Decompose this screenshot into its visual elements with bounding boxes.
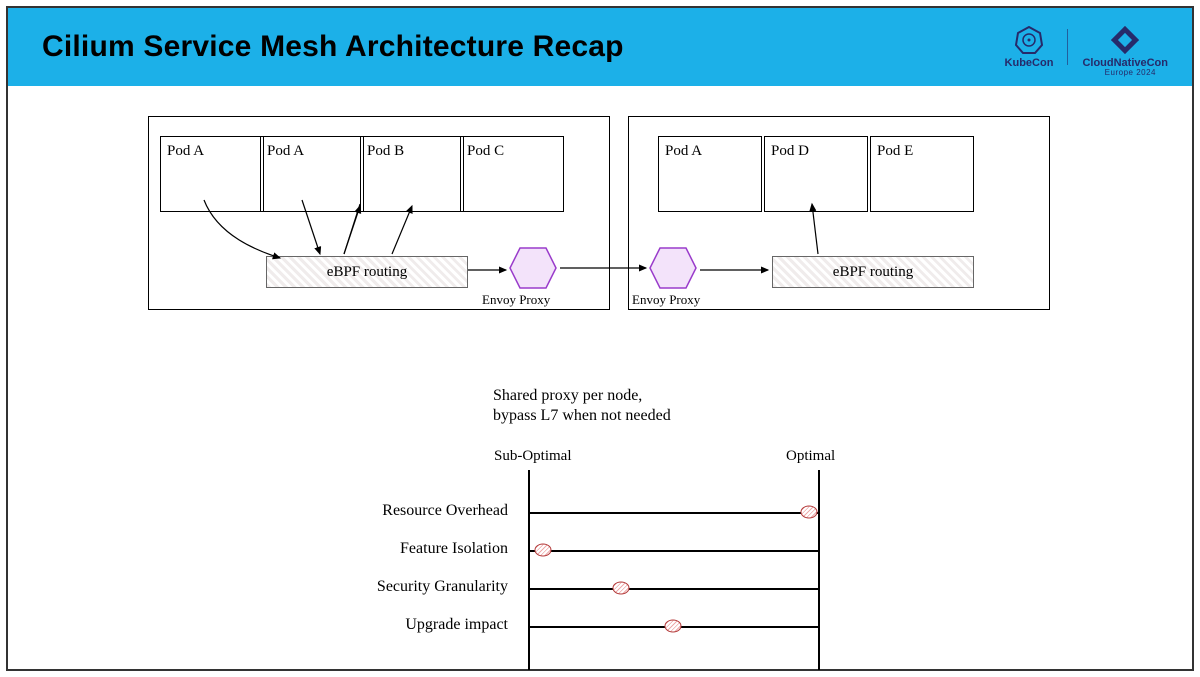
kubecon-label: KubeCon [1005,57,1054,69]
pod-box: Pod E [870,136,974,212]
envoy-label-left: Envoy Proxy [482,292,550,308]
event-subline: Europe 2024 [1105,68,1156,77]
cloudnativecon-icon [1111,26,1139,54]
tradeoff-chart: Shared proxy per node, bypass L7 when no… [338,386,878,676]
metric-dot [665,620,682,633]
pod-box: Pod A [658,136,762,212]
slide-title: Cilium Service Mesh Architecture Recap [42,30,624,64]
axis-low-label: Sub-Optimal [494,448,572,465]
envoy-hex-right [648,246,698,290]
pod-box: Pod A [160,136,264,212]
metric-dot [612,582,629,595]
metric-label: Security Granularity [338,578,508,596]
metric-label: Feature Isolation [338,540,508,558]
title-bar: Cilium Service Mesh Architecture Recap K… [8,8,1192,86]
logo-divider [1067,29,1068,65]
metric-label: Resource Overhead [338,502,508,520]
envoy-label-right: Envoy Proxy [632,292,700,308]
chart-caption: Shared proxy per node, bypass L7 when no… [493,386,671,426]
pod-box: Pod D [764,136,868,212]
envoy-hex-left [508,246,558,290]
pod-box: Pod C [460,136,564,212]
metric-track [528,588,818,590]
ebpf-routing-left: eBPF routing [266,256,468,288]
axis-high-label: Optimal [786,448,835,465]
metric-track [528,550,818,552]
kubecon-logo: KubeCon [1005,26,1054,69]
event-logos: KubeCon CloudNativeCon [1005,26,1168,69]
metric-label: Upgrade impact [338,616,508,634]
kubecon-icon [1015,26,1043,54]
metric-dot [534,544,551,557]
pod-box: Pod B [360,136,464,212]
pod-box: Pod A [260,136,364,212]
axis-high-line [818,470,820,670]
cloudnativecon-logo: CloudNativeCon [1082,26,1168,69]
metric-dot [801,506,818,519]
axis-low-line [528,470,530,670]
metric-track [528,512,818,514]
ebpf-routing-right: eBPF routing [772,256,974,288]
cloudnativecon-label: CloudNativeCon [1082,57,1168,69]
